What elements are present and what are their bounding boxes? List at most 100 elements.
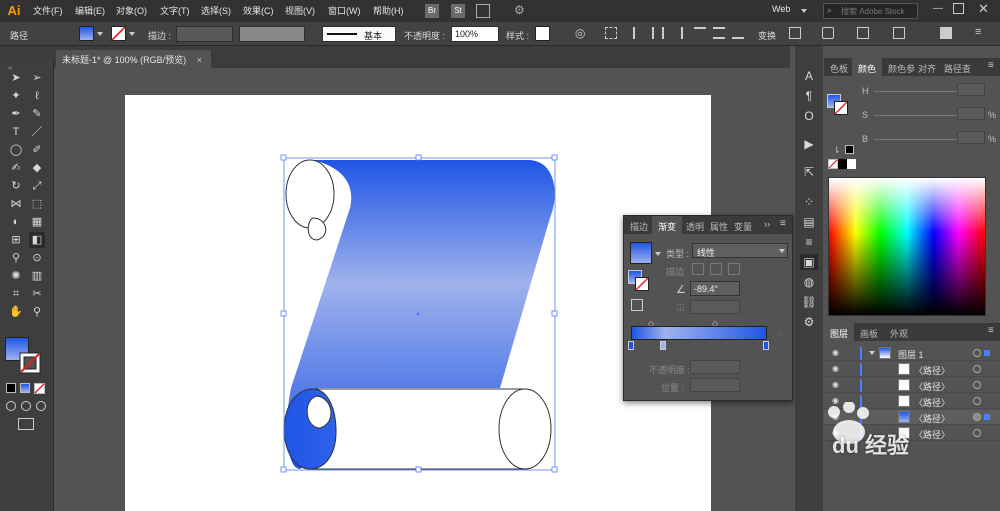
blend-tool-icon[interactable]: ⊙ [29,250,45,266]
align-center-icon[interactable] [652,27,664,39]
gradient-stop-middle[interactable] [660,341,666,350]
artboard-tool-icon[interactable]: ⌗ [8,286,24,302]
draw-behind-icon[interactable] [21,401,31,411]
brightness-input[interactable] [957,131,985,144]
paragraph-panel-icon[interactable]: ¶ [800,88,818,104]
gradient-tool-icon[interactable]: ◧ [29,232,45,248]
sublayer-row[interactable]: ◉ 〈路径〉 [824,362,1000,377]
stroke-weight-field[interactable] [176,26,233,42]
eraser-tool-icon[interactable]: ◆ [29,160,45,176]
out-of-gamut-icon[interactable]: ⇂ [833,145,841,156]
arrange-documents-icon[interactable] [476,4,490,18]
symbol-sprayer-tool-icon[interactable]: ✺ [8,268,24,284]
opentype-panel-icon[interactable]: O [800,108,818,124]
workspace-switcher[interactable]: Web [772,4,790,14]
draw-inside-icon[interactable] [36,401,46,411]
character-panel-icon[interactable]: A [800,68,818,84]
pen-tool-icon[interactable]: ✒ [8,106,24,122]
opacity-input[interactable]: 100% [451,26,499,42]
fill-swatch[interactable] [79,26,94,41]
gradient-slider[interactable] [631,326,767,340]
paintbrush-tool-icon[interactable]: ✐ [29,142,45,158]
panel-menu-icon[interactable]: ≡ [780,218,786,229]
minimize-button[interactable]: — [933,3,943,14]
color-stroke-swatch[interactable] [834,101,848,115]
screen-mode-icon[interactable] [18,418,34,430]
close-window-button[interactable]: ✕ [978,1,989,17]
layer-name[interactable]: 图层 1 [898,348,924,361]
menu-effect[interactable]: 效果(C) [243,4,274,17]
target-icon[interactable] [973,381,981,389]
ellipse-tool-icon[interactable]: ◯ [8,142,24,158]
scale-tool-icon[interactable]: ⤢ [29,178,45,194]
stroke-color-swatch[interactable] [19,352,41,374]
rotate-tool-icon[interactable]: ↻ [8,178,24,194]
eye-icon[interactable]: ◉ [832,349,842,357]
black-swatch[interactable] [845,145,854,154]
hand-tool-icon[interactable]: ✋ [8,304,24,320]
shaper-tool-icon[interactable]: ✍ [8,160,24,176]
arrange-icon[interactable] [893,27,905,39]
zoom-tool-icon[interactable]: ⚲ [29,304,45,320]
direct-selection-tool-icon[interactable]: ➢ [29,70,45,86]
slice-tool-icon[interactable]: ✂ [29,286,45,302]
stock-search-input[interactable]: ⌕ 搜索 Adobe Stock [823,3,918,19]
free-transform-tool-icon[interactable]: ⬚ [29,196,45,212]
variable-width-profile[interactable] [239,26,305,42]
edit-contents-icon[interactable] [822,27,834,39]
gradient-panel-icon[interactable]: ▣ [800,254,818,270]
libraries-panel-icon[interactable]: ▤ [800,214,818,230]
magic-wand-tool-icon[interactable]: ✦ [8,88,24,104]
graphic-style-swatch[interactable] [535,26,550,41]
target-icon[interactable] [973,349,981,357]
align-to-icon[interactable] [605,27,617,39]
links-panel-icon[interactable]: ⛓ [800,294,818,310]
color-spectrum[interactable] [828,177,986,316]
mesh-tool-icon[interactable]: ⊞ [8,232,24,248]
stroke-none-icon[interactable] [111,26,126,41]
brush-definition-select[interactable]: 基本 [322,26,396,42]
target-icon[interactable] [973,365,981,373]
chevron-down-icon[interactable] [129,32,135,36]
gpu-performance-icon[interactable]: ⚙ [514,3,525,17]
stock-button[interactable]: St [451,4,465,18]
transparency-panel-icon[interactable]: ◍ [800,274,818,290]
export-panel-icon[interactable]: ⇱ [800,164,818,180]
angle-input[interactable]: -89.4° [690,281,803,296]
path-name[interactable]: 〈路径〉 [914,380,950,393]
hue-input[interactable] [957,83,985,96]
tab-pathfinder[interactable]: 路径查 [938,58,977,76]
control-menu-icon[interactable]: ≡ [975,26,981,38]
tab-gradient[interactable]: 渐变 [652,216,683,234]
appearance-panel-icon[interactable]: ⚙ [800,314,818,330]
width-tool-icon[interactable]: ⋈ [8,196,24,212]
tab-layers[interactable]: 图层 [824,323,855,341]
panel-options-icon[interactable] [940,27,952,39]
isolate-selection-icon[interactable] [789,27,801,39]
type-tool-icon[interactable]: T [8,124,24,140]
eye-icon[interactable]: ◉ [832,365,842,373]
draw-normal-icon[interactable] [6,401,16,411]
menu-file[interactable]: 文件(F) [33,4,63,17]
gradient-thumbnail[interactable] [630,242,652,264]
menu-object[interactable]: 对象(O) [116,4,147,17]
menu-window[interactable]: 窗口(W) [328,4,361,17]
none-mode-button[interactable] [34,383,45,394]
gradient-mode-button[interactable] [20,383,30,393]
document-tab[interactable]: 未标题-1* @ 100% (RGB/预览) × [56,50,211,68]
menu-view[interactable]: 视图(V) [285,4,315,17]
transform-link[interactable]: 变换 [758,29,776,42]
eyedropper-tool-icon[interactable]: ⚲ [8,250,24,266]
recolor-artwork-icon[interactable]: ◎ [575,26,585,40]
menu-select[interactable]: 选择(S) [201,4,231,17]
selection-tool-icon[interactable]: ➤ [8,70,24,86]
tab-color[interactable]: 颜色 [852,58,883,76]
line-tool-icon[interactable]: ／ [29,124,45,140]
tab-appearance[interactable]: 外观 [884,323,914,341]
maximize-button[interactable] [953,3,964,14]
align-left-icon[interactable] [633,27,645,39]
brightness-slider[interactable] [874,139,970,140]
close-tab-icon[interactable]: × [197,55,202,65]
perspective-grid-tool-icon[interactable]: ▦ [29,214,45,230]
chevron-down-icon[interactable] [655,252,661,256]
